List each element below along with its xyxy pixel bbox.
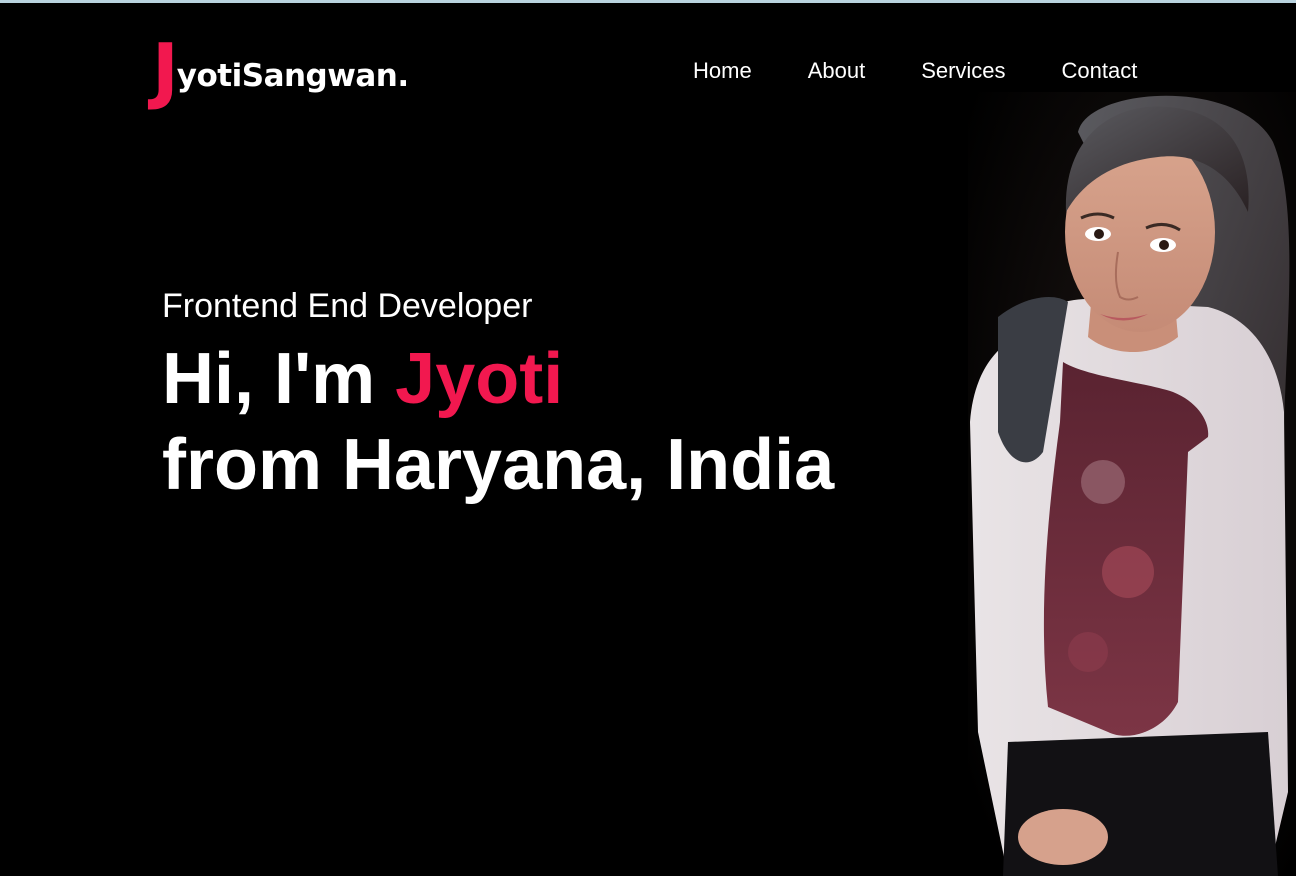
nav-home-link[interactable]: Home (693, 57, 752, 85)
window-top-border (0, 0, 1296, 3)
nav-services-link[interactable]: Services (921, 57, 1005, 85)
main-nav: Home About Services Contact (693, 57, 1137, 85)
hero-role: Frontend End Developer (162, 287, 533, 325)
profile-portrait-image (968, 92, 1296, 876)
nav-contact-link[interactable]: Contact (1062, 57, 1138, 85)
hero-name: Jyoti (395, 339, 564, 419)
logo-text: yotiSangwan. (176, 58, 409, 94)
hero-headline: Hi, I'm Jyoti from Haryana, India (162, 336, 834, 508)
hero-location: from Haryana, India (162, 425, 835, 505)
hero-greeting: Hi, I'm (162, 339, 396, 419)
hero-section: Frontend End Developer Hi, I'm Jyoti fro… (162, 284, 834, 508)
site-logo[interactable]: J yotiSangwan. (152, 28, 409, 106)
logo-initial: J (152, 28, 179, 112)
nav-about-link[interactable]: About (808, 57, 866, 85)
